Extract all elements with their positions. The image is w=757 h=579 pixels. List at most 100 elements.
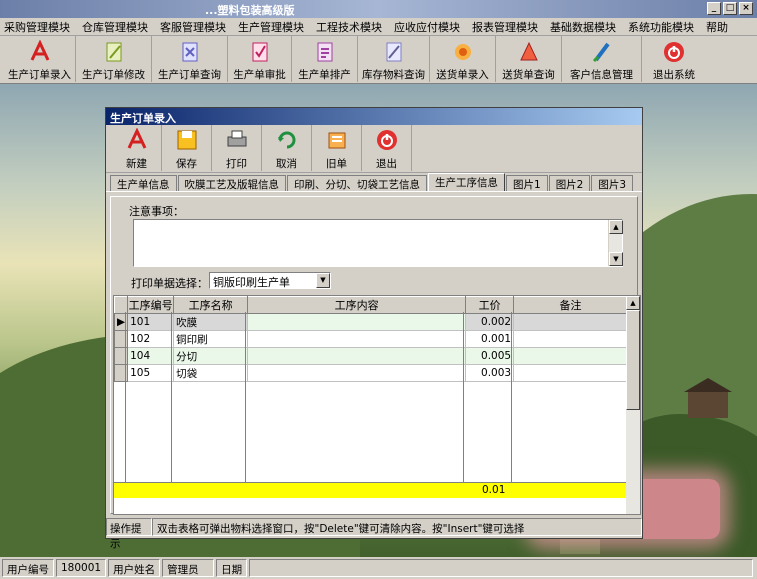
cell-price[interactable]: 0.001: [465, 330, 515, 348]
schedule-icon: [312, 40, 338, 64]
cell-remark[interactable]: [513, 347, 628, 365]
cell-remark[interactable]: [513, 364, 628, 382]
menu-production[interactable]: 生产管理模块: [238, 19, 304, 35]
tab-process-info[interactable]: 生产工序信息: [428, 173, 505, 191]
cell-code[interactable]: 105: [127, 364, 175, 382]
stock-query-button[interactable]: 库存物料查询: [358, 36, 430, 82]
hint-text: 双击表格可弹出物料选择窗口，按"Delete"键可清除内容。按"Insert"键…: [152, 518, 642, 536]
status-user-id-label: 用户编号: [2, 559, 54, 577]
tab-print-cut[interactable]: 印刷、分切、切袋工艺信息: [287, 175, 427, 191]
menu-purchase[interactable]: 采购管理模块: [4, 19, 70, 35]
chevron-down-icon[interactable]: ▼: [316, 273, 330, 288]
print-icon: [224, 127, 250, 153]
toolbar-label: 送货单录入: [436, 69, 489, 81]
menu-warehouse[interactable]: 仓库管理模块: [82, 19, 148, 35]
customer-info-button[interactable]: 客户信息管理: [562, 36, 642, 82]
toolbar-label: 库存物料查询: [362, 69, 425, 81]
stock-icon: [381, 40, 407, 64]
cell-price[interactable]: 0.002: [465, 313, 515, 331]
delivery-query-button[interactable]: 送货单查询: [496, 36, 562, 82]
col-price[interactable]: 工价: [465, 296, 515, 314]
table-row[interactable]: 105 切袋 0.003: [113, 364, 628, 382]
print-select[interactable]: 铜版印刷生产单 ▼: [209, 272, 331, 289]
delivery-entry-button[interactable]: 送货单录入: [430, 36, 496, 82]
col-remark[interactable]: 备注: [513, 296, 628, 314]
cell-code[interactable]: 101: [127, 313, 175, 331]
cell-price[interactable]: 0.003: [465, 364, 515, 382]
tab-blow-film[interactable]: 吹膜工艺及版辊信息: [177, 175, 286, 191]
menu-reports[interactable]: 报表管理模块: [472, 19, 538, 35]
menu-help[interactable]: 帮助: [706, 19, 728, 35]
cell-name[interactable]: 切袋: [173, 364, 249, 382]
table-row[interactable]: 102 铜印刷 0.001: [113, 330, 628, 348]
cell-content[interactable]: [247, 364, 467, 382]
exit-button[interactable]: 退出: [362, 125, 412, 171]
house-image: [684, 378, 732, 418]
save-icon: [174, 127, 200, 153]
scroll-up-icon[interactable]: ▲: [626, 296, 640, 310]
note-textarea[interactable]: ▲ ▼: [133, 219, 623, 267]
grid-scrollbar[interactable]: ▲: [626, 296, 640, 514]
table-row[interactable]: ▶ 101 吹膜 0.002: [113, 313, 628, 331]
tab-image1[interactable]: 图片1: [506, 175, 548, 191]
col-code[interactable]: 工序编号: [127, 296, 175, 314]
menu-receivable[interactable]: 应收应付模块: [394, 19, 460, 35]
tab-image3[interactable]: 图片3: [591, 175, 634, 191]
print-button[interactable]: 打印: [212, 125, 262, 171]
col-name[interactable]: 工序名称: [173, 296, 249, 314]
col-content[interactable]: 工序内容: [247, 296, 467, 314]
new-button[interactable]: 新建: [112, 125, 162, 171]
table-row[interactable]: 104 分切 0.005: [113, 347, 628, 365]
cell-name[interactable]: 铜印刷: [173, 330, 249, 348]
cell-content[interactable]: [247, 347, 467, 365]
close-button[interactable]: ×: [739, 2, 753, 15]
old-order-icon: [324, 127, 350, 153]
scroll-up-icon[interactable]: ▲: [609, 220, 623, 234]
process-grid[interactable]: 工序编号 工序名称 工序内容 工价 备注 ▶ 101 吹膜 0.002 102: [113, 295, 641, 515]
toolbar-label: 送货单查询: [502, 69, 555, 81]
menu-bar: 采购管理模块 仓库管理模块 客服管理模块 生产管理模块 工程技术模块 应收应付模…: [0, 18, 757, 36]
menu-customer-service[interactable]: 客服管理模块: [160, 19, 226, 35]
approve-icon: [247, 40, 273, 64]
print-select-value: 铜版印刷生产单: [213, 276, 290, 289]
tool-label: 取消: [276, 158, 297, 170]
cell-content[interactable]: [247, 330, 467, 348]
cell-remark[interactable]: [513, 330, 628, 348]
new-icon: [124, 127, 150, 153]
exit-system-button[interactable]: 退出系统: [642, 36, 706, 82]
order-query-button[interactable]: 生产订单查询: [152, 36, 228, 82]
minimize-button[interactable]: _: [707, 2, 721, 15]
cell-price[interactable]: 0.005: [465, 347, 515, 365]
cell-remark[interactable]: [513, 313, 628, 331]
app-title: ...塑料包装高级版: [205, 4, 295, 17]
order-entry-window: 生产订单录入 新建 保存 打印 取消 旧单 退出 生产单信息 吹膜工艺及版辊信息…: [105, 107, 643, 550]
menu-engineering[interactable]: 工程技术模块: [316, 19, 382, 35]
tab-order-info[interactable]: 生产单信息: [110, 175, 177, 191]
hint-label: 操作提示: [106, 518, 152, 550]
tab-strip: 生产单信息 吹膜工艺及版辊信息 印刷、分切、切袋工艺信息 生产工序信息 图片1 …: [106, 173, 642, 192]
menu-basic-data[interactable]: 基础数据模块: [550, 19, 616, 35]
cancel-button[interactable]: 取消: [262, 125, 312, 171]
exit-icon: [661, 40, 687, 64]
menu-system[interactable]: 系统功能模块: [628, 19, 694, 35]
note-scrollbar[interactable]: ▲ ▼: [608, 220, 623, 266]
save-button[interactable]: 保存: [162, 125, 212, 171]
old-order-button[interactable]: 旧单: [312, 125, 362, 171]
order-edit-button[interactable]: 生产订单修改: [76, 36, 152, 82]
scroll-thumb[interactable]: [626, 310, 640, 410]
cell-code[interactable]: 102: [127, 330, 175, 348]
tab-image2[interactable]: 图片2: [548, 175, 591, 191]
order-schedule-button[interactable]: 生产单排产: [292, 36, 358, 82]
cell-code[interactable]: 104: [127, 347, 175, 365]
cell-content[interactable]: [247, 313, 467, 331]
tool-label: 新建: [126, 158, 147, 170]
status-date-label: 日期: [216, 559, 248, 577]
maximize-button[interactable]: □: [723, 2, 737, 15]
order-approve-button[interactable]: 生产单审批: [228, 36, 292, 82]
scroll-down-icon[interactable]: ▼: [609, 252, 623, 266]
cell-name[interactable]: 吹膜: [173, 313, 249, 331]
cell-name[interactable]: 分切: [173, 347, 249, 365]
order-entry-button[interactable]: 生产订单录入: [4, 36, 76, 82]
note-label: 注意事项：: [129, 205, 184, 218]
delivery-query-icon: [516, 40, 542, 64]
